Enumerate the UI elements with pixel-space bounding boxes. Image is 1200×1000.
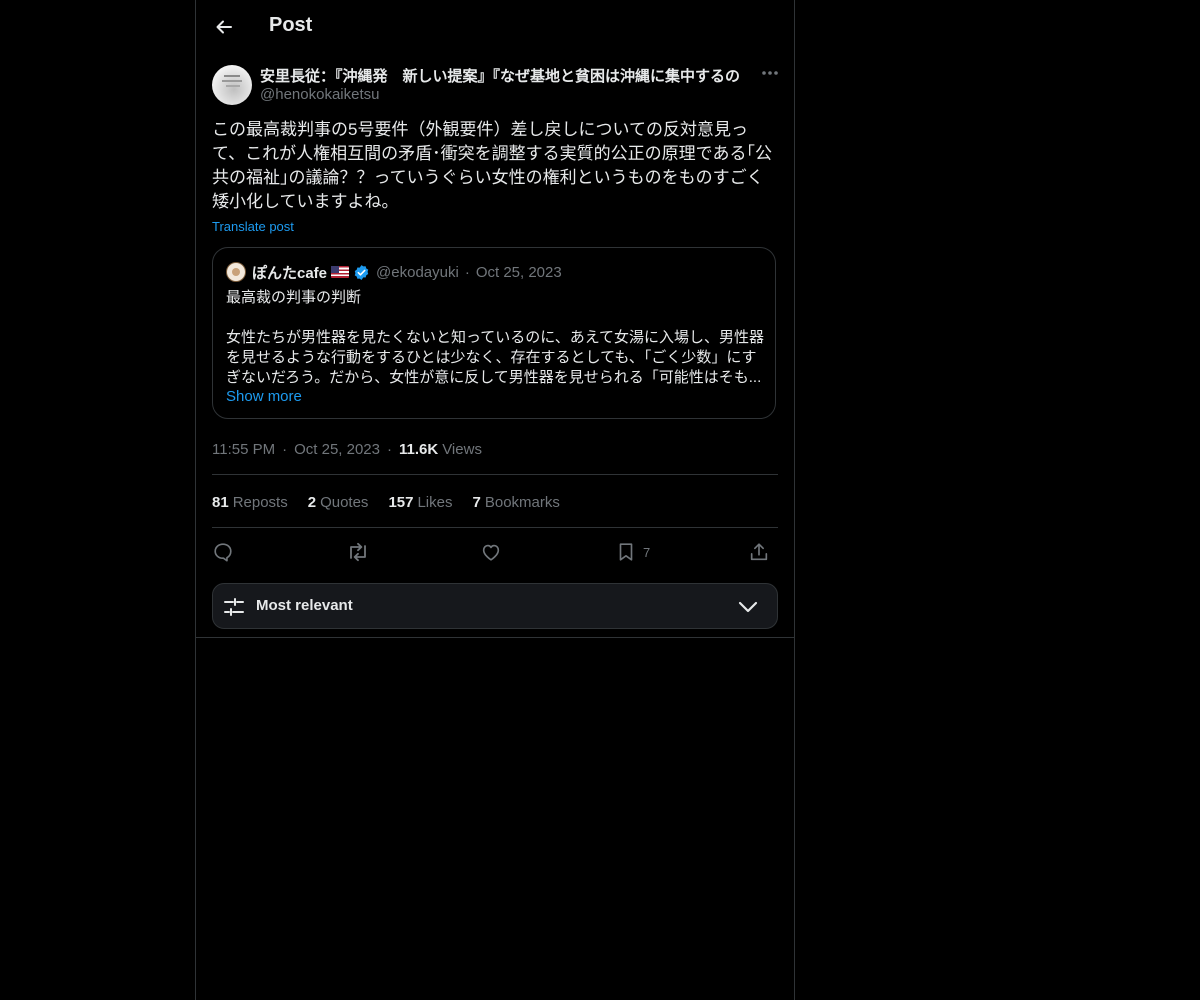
quote-line: を見せるような行動をするひとは少なく、存在するとしても、「ごく少数」にす xyxy=(226,349,757,366)
post-time[interactable]: 11:55 PM xyxy=(212,441,275,458)
post-text: この最高裁判事の5号要件（外観要件）差し戻しについての反対意見って、これが人権相… xyxy=(212,120,772,211)
views-count: 11.6K xyxy=(399,440,439,458)
sort-label: Most relevant xyxy=(256,597,353,614)
bookmarks-stat[interactable]: 7 Bookmarks xyxy=(473,494,560,511)
quote-header: ぽんたcafe @ekodayuki · Oct 25, 2023 xyxy=(226,261,562,283)
bookmark-count: 7 xyxy=(643,544,651,560)
translate-post-link[interactable]: Translate post xyxy=(212,219,294,234)
repost-icon xyxy=(350,542,366,562)
quote-text: 最高裁の判事の判断 女性たちが男性器を見たくないと知っているのに、あえて女湯に入… xyxy=(226,288,766,388)
avatar[interactable] xyxy=(212,65,252,105)
quote-line: 最高裁の判事の判断 xyxy=(226,289,362,306)
reply-button[interactable] xyxy=(212,538,234,566)
author-handle[interactable]: @henokokaiketsu xyxy=(260,86,379,103)
show-more-link[interactable]: Show more xyxy=(226,388,302,405)
action-bar: 7 xyxy=(212,538,778,566)
post-author: 安里長従：『沖縄発 新しい提案』『なぜ基地と貧困は沖縄に集中するの @henok… xyxy=(212,63,778,107)
likes-stat[interactable]: 157 Likes xyxy=(388,494,452,511)
back-arrow-icon xyxy=(216,20,232,34)
page-title: Post xyxy=(269,14,313,36)
section-divider xyxy=(196,637,794,638)
quote-line: ぎないだろう。だから、女性が意に反して男性器を見せられる「可能性はそも... xyxy=(226,369,762,386)
divider xyxy=(212,527,778,528)
quotes-stat[interactable]: 2 Quotes xyxy=(308,494,369,511)
chevron-down-icon xyxy=(737,597,759,622)
page-header: Post xyxy=(196,0,794,53)
quoted-post[interactable]: ぽんたcafe @ekodayuki · Oct 25, 2023 最高裁の判事… xyxy=(212,247,776,419)
like-icon xyxy=(482,544,500,561)
quote-line: 女性たちが男性器を見たくないと知っているのに、あえて女湯に入場し、男性器 xyxy=(226,329,765,346)
verified-icon xyxy=(353,264,370,281)
more-icon xyxy=(762,71,778,75)
more-button[interactable] xyxy=(760,63,780,83)
main-column: Post 安里長従：『沖縄発 新しい提案』『なぜ基地と貧困は沖縄に集中するの @… xyxy=(195,0,795,1000)
quote-date: Oct 25, 2023 xyxy=(475,263,562,281)
repost-button[interactable] xyxy=(346,538,370,566)
separator-dot: · xyxy=(387,440,392,458)
divider xyxy=(212,474,778,475)
flag-icon xyxy=(331,266,350,278)
bookmark-button[interactable]: 7 xyxy=(615,538,650,566)
author-name[interactable]: 安里長従：『沖縄発 新しい提案』『なぜ基地と貧困は沖縄に集中するの xyxy=(260,65,752,86)
separator-dot: · xyxy=(282,440,288,458)
like-button[interactable] xyxy=(480,538,502,566)
sort-replies-dropdown[interactable]: Most relevant xyxy=(212,583,778,629)
engagement-stats: 81 Reposts 2 Quotes 157 Likes 7 Bookmarks xyxy=(212,492,580,512)
post-date[interactable]: Oct 25, 2023 xyxy=(294,441,380,458)
share-icon xyxy=(750,543,768,561)
reposts-stat[interactable]: 81 Reposts xyxy=(212,494,288,511)
reply-icon xyxy=(214,543,232,562)
post-meta: 11:55 PM · Oct 25, 2023 · 11.6K Views xyxy=(212,439,482,459)
quote-author-name: ぽんたcafe xyxy=(252,264,328,282)
separator-dot: · xyxy=(464,263,470,281)
quote-avatar xyxy=(226,262,246,282)
views-label: Views xyxy=(442,440,482,458)
bookmark-icon xyxy=(619,543,633,561)
share-button[interactable] xyxy=(748,538,770,566)
back-button[interactable] xyxy=(210,13,238,41)
quote-author-handle: @ekodayuki xyxy=(376,263,459,281)
sliders-icon xyxy=(223,596,245,623)
